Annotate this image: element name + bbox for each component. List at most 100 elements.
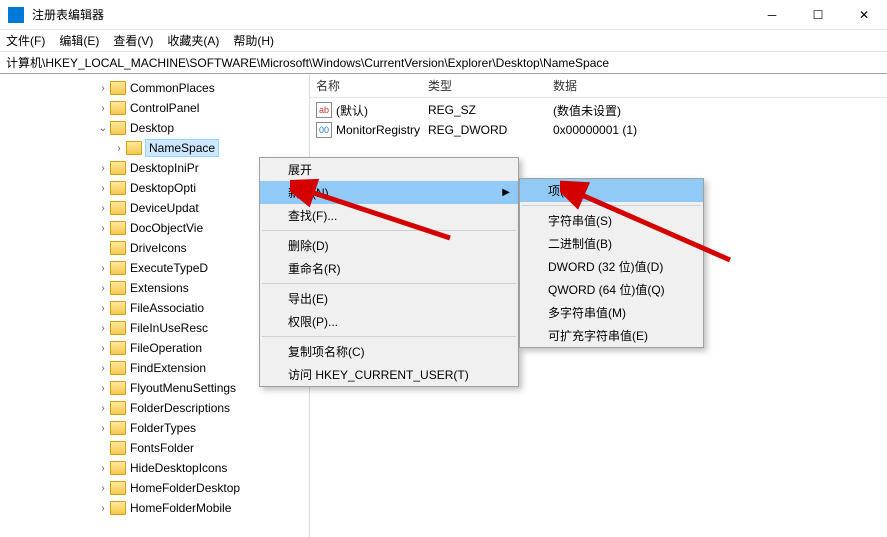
ctx-rename[interactable]: 重命名(R): [260, 257, 518, 280]
folder-icon: [110, 441, 126, 455]
ctx-delete[interactable]: 删除(D): [260, 234, 518, 257]
tree-item[interactable]: › HomeFolderMobile: [0, 498, 309, 518]
value-type: REG_DWORD: [428, 123, 553, 137]
chevron-right-icon[interactable]: ›: [96, 383, 110, 394]
tree-item[interactable]: › FolderDescriptions: [0, 398, 309, 418]
address-bar[interactable]: 计算机\HKEY_LOCAL_MACHINE\SOFTWARE\Microsof…: [0, 52, 887, 74]
folder-icon: [110, 121, 126, 135]
close-button[interactable]: ✕: [841, 0, 887, 29]
chevron-right-icon[interactable]: ›: [96, 203, 110, 214]
folder-icon: [110, 261, 126, 275]
chevron-right-icon[interactable]: ›: [96, 283, 110, 294]
tree-item-label: NameSpace: [146, 140, 218, 156]
tree-item-label: FlyoutMenuSettings: [130, 381, 236, 395]
sub-key[interactable]: 项(K): [520, 179, 703, 202]
sub-multistring[interactable]: 多字符串值(M): [520, 301, 703, 324]
tree-item[interactable]: › ControlPanel: [0, 98, 309, 118]
chevron-right-icon[interactable]: ›: [96, 363, 110, 374]
tree-item-label: FontsFolder: [130, 441, 194, 455]
folder-icon: [110, 241, 126, 255]
tree-item-label: FileInUseResc: [130, 321, 208, 335]
col-type[interactable]: 类型: [428, 77, 553, 94]
tree-item-label: HomeFolderMobile: [130, 501, 231, 515]
context-menu: 展开 新建(N) ▶ 查找(F)... 删除(D) 重命名(R) 导出(E) 权…: [259, 157, 519, 387]
chevron-right-icon[interactable]: ›: [96, 263, 110, 274]
tree-item-label: DocObjectVie: [130, 221, 203, 235]
menu-help[interactable]: 帮助(H): [233, 32, 274, 49]
tree-item-label: DeviceUpdat: [130, 201, 199, 215]
tree-item-label: ControlPanel: [130, 101, 199, 115]
chevron-right-icon[interactable]: ›: [96, 483, 110, 494]
tree-item[interactable]: FontsFolder: [0, 438, 309, 458]
tree-item-label: DriveIcons: [130, 241, 187, 255]
chevron-right-icon[interactable]: ›: [96, 83, 110, 94]
folder-icon: [110, 321, 126, 335]
ctx-expand[interactable]: 展开: [260, 158, 518, 181]
folder-icon: [110, 101, 126, 115]
folder-icon: [110, 481, 126, 495]
value-row[interactable]: ab(默认)REG_SZ(数值未设置): [316, 100, 887, 120]
ctx-copy-key-name[interactable]: 复制项名称(C): [260, 340, 518, 363]
ctx-goto-hkcu[interactable]: 访问 HKEY_CURRENT_USER(T): [260, 363, 518, 386]
tree-item[interactable]: › NameSpace: [0, 138, 309, 158]
col-name[interactable]: 名称: [316, 77, 428, 94]
address-text: 计算机\HKEY_LOCAL_MACHINE\SOFTWARE\Microsof…: [6, 54, 609, 71]
menu-edit[interactable]: 编辑(E): [59, 32, 99, 49]
folder-icon: [110, 421, 126, 435]
tree-item[interactable]: ⌄Desktop: [0, 118, 309, 138]
sub-string[interactable]: 字符串值(S): [520, 209, 703, 232]
tree-item[interactable]: › HideDesktopIcons: [0, 458, 309, 478]
chevron-right-icon[interactable]: ›: [96, 303, 110, 314]
app-icon: [8, 7, 24, 23]
folder-icon: [110, 501, 126, 515]
menu-file[interactable]: 文件(F): [6, 32, 45, 49]
sub-binary[interactable]: 二进制值(B): [520, 232, 703, 255]
chevron-right-icon[interactable]: ›: [96, 343, 110, 354]
tree-item-label: ExecuteTypeD: [130, 261, 208, 275]
tree-item-label: HideDesktopIcons: [130, 461, 227, 475]
maximize-button[interactable]: ☐: [795, 0, 841, 29]
folder-icon: [110, 161, 126, 175]
ctx-export[interactable]: 导出(E): [260, 287, 518, 310]
menu-favorites[interactable]: 收藏夹(A): [167, 32, 219, 49]
chevron-right-icon[interactable]: ›: [96, 423, 110, 434]
value-row[interactable]: 00MonitorRegistryREG_DWORD0x00000001 (1): [316, 120, 887, 140]
chevron-right-icon[interactable]: ›: [96, 463, 110, 474]
chevron-right-icon[interactable]: ›: [96, 223, 110, 234]
col-data[interactable]: 数据: [553, 77, 887, 94]
folder-icon: [110, 301, 126, 315]
tree-item[interactable]: › FolderTypes: [0, 418, 309, 438]
separator: [522, 205, 701, 206]
ctx-find[interactable]: 查找(F)...: [260, 204, 518, 227]
sub-qword[interactable]: QWORD (64 位)值(Q): [520, 278, 703, 301]
value-type: REG_SZ: [428, 103, 553, 117]
value-name: (默认): [336, 102, 368, 119]
menu-view[interactable]: 查看(V): [113, 32, 153, 49]
chevron-down-icon[interactable]: ⌄: [96, 123, 110, 134]
chevron-right-icon[interactable]: ›: [96, 163, 110, 174]
chevron-right-icon[interactable]: ›: [96, 403, 110, 414]
ctx-permissions[interactable]: 权限(P)...: [260, 310, 518, 333]
ctx-new[interactable]: 新建(N) ▶: [260, 181, 518, 204]
folder-icon: [110, 201, 126, 215]
chevron-right-icon[interactable]: ›: [96, 503, 110, 514]
submenu-arrow-icon: ▶: [502, 187, 510, 198]
sub-expandstring[interactable]: 可扩充字符串值(E): [520, 324, 703, 347]
chevron-right-icon[interactable]: ›: [96, 183, 110, 194]
chevron-right-icon[interactable]: ›: [112, 143, 126, 154]
tree-item[interactable]: › HomeFolderDesktop: [0, 478, 309, 498]
chevron-right-icon[interactable]: ›: [96, 323, 110, 334]
tree-item-label: FolderDescriptions: [130, 401, 230, 415]
chevron-right-icon[interactable]: ›: [96, 103, 110, 114]
value-name: MonitorRegistry: [336, 123, 420, 137]
tree-item[interactable]: ›CommonPlaces: [0, 78, 309, 98]
tree-item-label: FindExtension: [130, 361, 206, 375]
sub-dword[interactable]: DWORD (32 位)值(D): [520, 255, 703, 278]
tree-item-label: FolderTypes: [130, 421, 196, 435]
tree-item-label: FileAssociatio: [130, 301, 204, 315]
value-data: 0x00000001 (1): [553, 123, 887, 137]
minimize-button[interactable]: ─: [749, 0, 795, 29]
tree-item-label: HomeFolderDesktop: [130, 481, 240, 495]
list-header: 名称 类型 数据: [310, 74, 887, 98]
window-controls: ─ ☐ ✕: [749, 0, 887, 29]
